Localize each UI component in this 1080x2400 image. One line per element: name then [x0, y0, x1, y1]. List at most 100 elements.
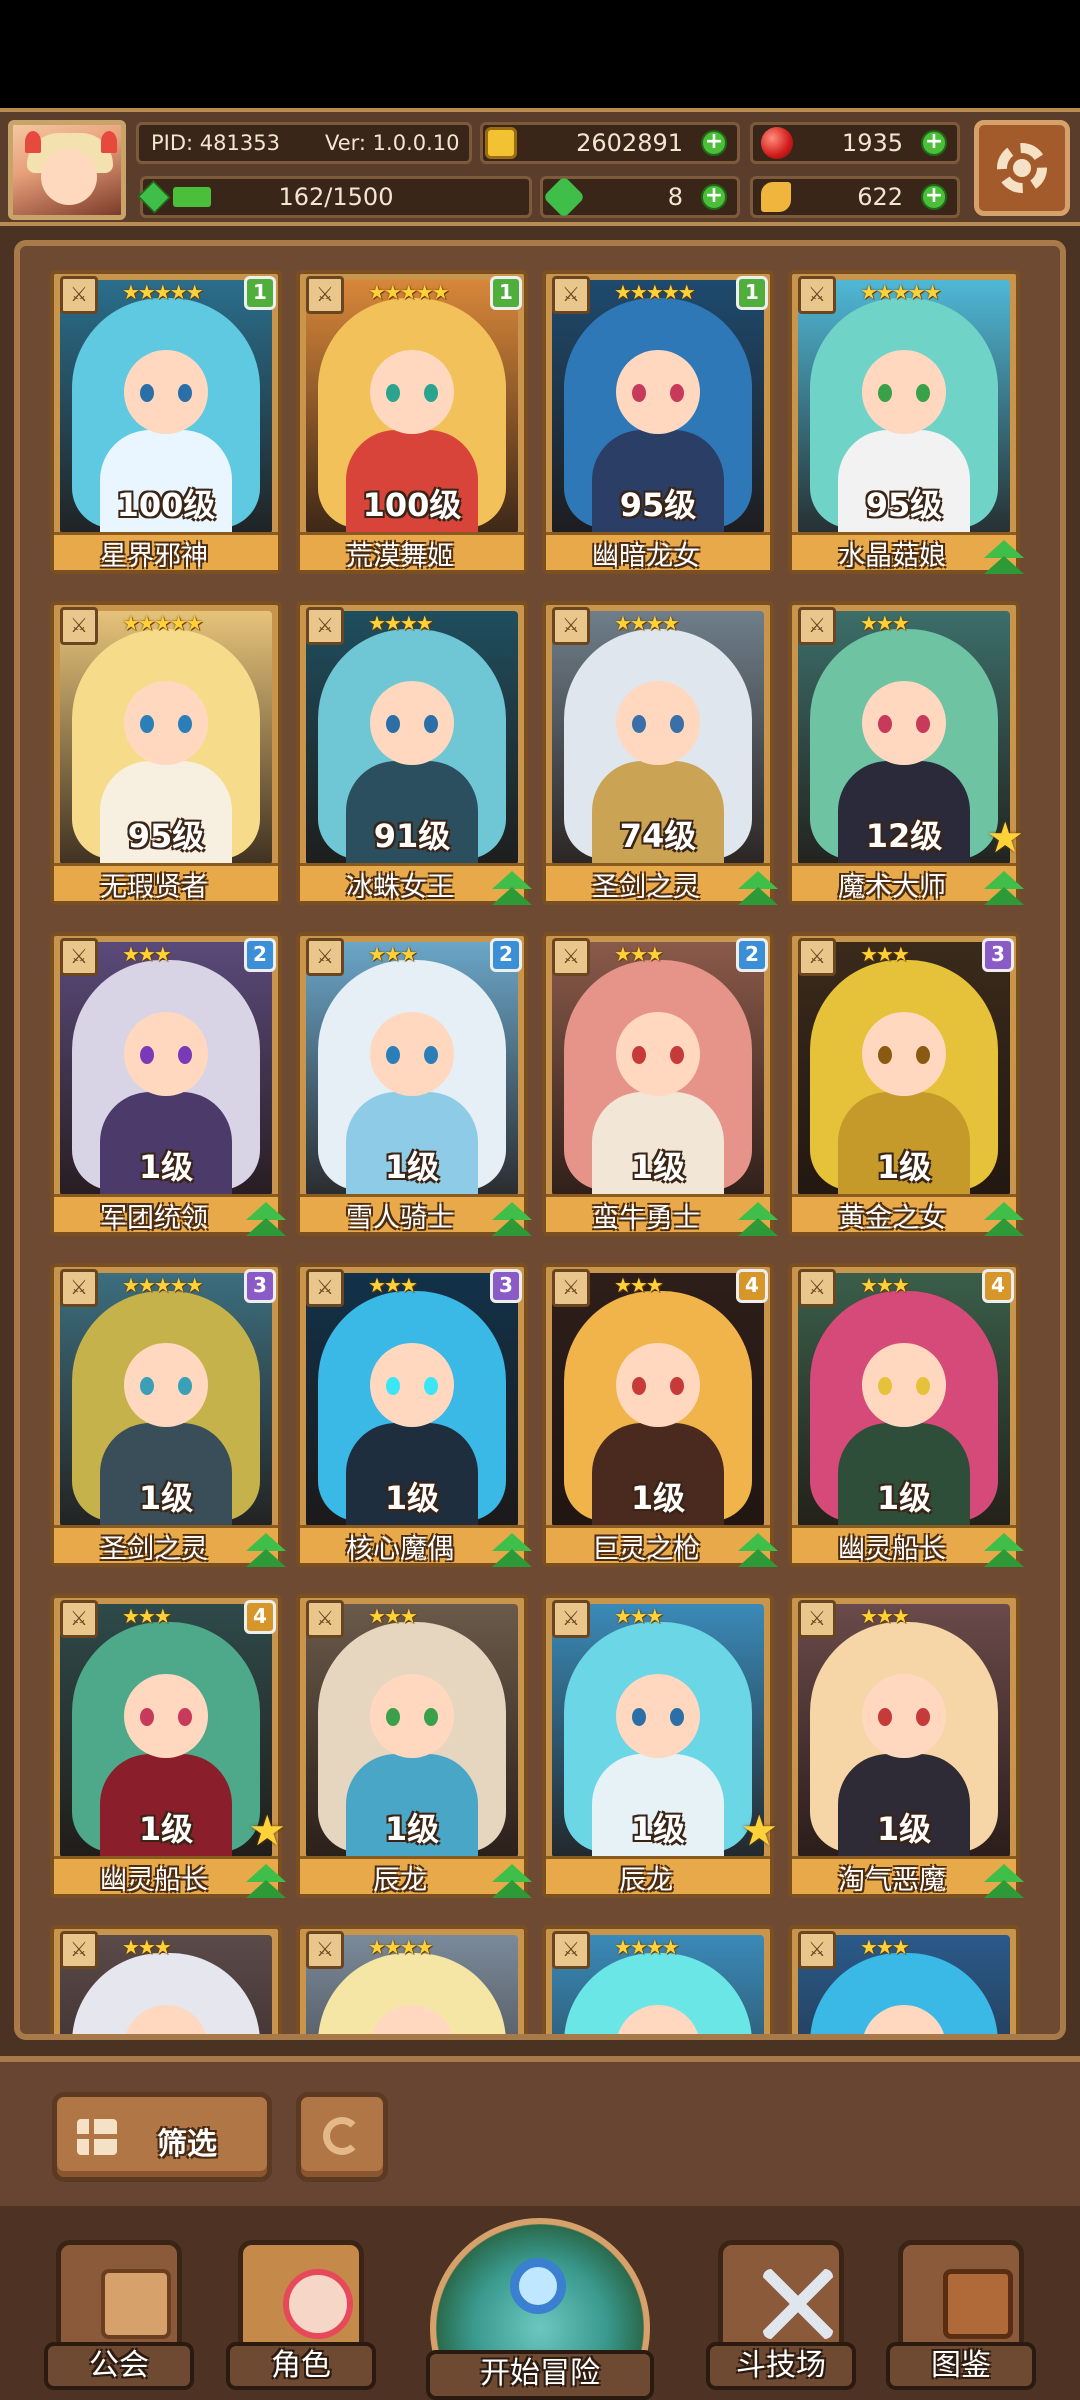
character-card[interactable]: ⚔ ★★★★★ 3 1级 圣剑之灵 [50, 1263, 286, 1567]
scroll-value: 622 [857, 183, 903, 211]
character-card[interactable]: ⚔ ★★★★ 91级 冰蛛女王 [296, 601, 532, 905]
character-level: 95级 [619, 486, 697, 524]
class-icon: ⚔ [552, 1600, 590, 1638]
portrait-eye [178, 1377, 192, 1395]
portrait-eye [386, 1377, 400, 1395]
portrait-face [862, 1343, 946, 1427]
upgrade-arrow-icon [490, 1529, 534, 1573]
magnifier-icon [510, 2258, 566, 2314]
add-gold-icon[interactable]: + [701, 130, 727, 156]
portrait-eye [386, 715, 400, 733]
character-card[interactable]: ⚔ ★★★ 1级 辰龙 [296, 1594, 532, 1898]
character-head-icon [283, 2269, 353, 2339]
character-name: 淘气恶魔 [838, 1865, 946, 1896]
upgrade-arrow-icon [490, 1198, 534, 1242]
favorite-star-icon: ★ [986, 813, 1024, 862]
add-clover-icon[interactable]: + [701, 184, 727, 210]
upgrade-arrow-icon [244, 1860, 288, 1904]
filter-button[interactable]: 筛选 [52, 2092, 272, 2182]
star-rating: ★★★ [122, 1935, 172, 1959]
character-name: 水晶菇娘 [838, 541, 946, 572]
character-card[interactable]: ⚔ ★★★★ [542, 1925, 774, 2040]
tier-badge: 1 [244, 276, 276, 310]
character-panel[interactable]: ⚔ ★★★★★ 1 100级 星界邪神 ⚔ ★★★★★ 1 100级 荒漠舞姬 ⚔ ★★★★★ 1 95级… [14, 240, 1066, 2040]
clover-icon [542, 175, 586, 219]
favorite-star-icon: ★ [740, 1806, 778, 1855]
nav-guild[interactable]: 公会 [44, 2240, 194, 2390]
character-card[interactable]: ⚔ ★★★★ 74级 圣剑之灵 [542, 601, 778, 905]
start-adventure-button[interactable]: 开始冒险 [414, 2218, 666, 2400]
energy-value: 162/1500 [278, 183, 394, 211]
add-gem-icon[interactable]: + [921, 130, 947, 156]
tier-badge: 2 [736, 938, 768, 972]
character-card[interactable]: ⚔ ★★★ 2 1级 军团统领 [50, 932, 286, 1236]
character-card[interactable]: ⚔ ★★★ 12级 魔术大师 ★ [788, 601, 1024, 905]
nav-codex[interactable]: 图鉴 [886, 2240, 1036, 2390]
portrait-eye [386, 2039, 400, 2040]
star-rating: ★★★ [860, 611, 910, 635]
pid-text: PID: 481353 [151, 131, 280, 155]
tier-badge: 1 [736, 276, 768, 310]
portrait-eye [386, 1046, 400, 1064]
star-rating: ★★★ [860, 1935, 910, 1959]
portrait-eye [916, 2039, 930, 2040]
portrait-eye [424, 2039, 438, 2040]
portrait-eye [916, 384, 930, 402]
character-name: 黄金之女 [838, 1203, 946, 1234]
player-avatar[interactable] [8, 120, 126, 220]
character-card[interactable]: ⚔ ★★★★★ 95级 无瑕贤者 [50, 601, 282, 905]
portrait-eye [140, 1708, 154, 1726]
character-card[interactable]: ⚔ ★★★ 3 1级 核心魔偶 [296, 1263, 532, 1567]
portrait-eye [632, 715, 646, 733]
star-rating: ★★★ [368, 1604, 418, 1628]
top-hud: PID: 481353 Ver: 1.0.0.10 2602891 + 1935… [0, 108, 1080, 226]
character-card[interactable]: ⚔ ★★★ 4 1级 巨灵之枪 [542, 1263, 778, 1567]
guild-house-icon [101, 2269, 171, 2339]
refresh-button[interactable] [296, 2092, 388, 2182]
status-bar-area [0, 0, 1080, 108]
clover-value: 8 [667, 183, 683, 211]
character-name: 幽灵船长 [100, 1865, 208, 1896]
upgrade-arrow-icon [736, 867, 780, 911]
character-name: 辰龙 [373, 1865, 427, 1896]
gear-icon-center [1013, 159, 1031, 177]
character-card[interactable]: ⚔ ★★★★★ 1 100级 星界邪神 [50, 270, 282, 574]
character-card[interactable]: ⚔ ★★★★★ 1 100级 荒漠舞姬 [296, 270, 528, 574]
character-card[interactable]: ⚔ ★★★★★ 1 95级 幽暗龙女 [542, 270, 774, 574]
upgrade-arrow-icon [736, 1198, 780, 1242]
avatar-horn-right [101, 131, 117, 153]
character-card[interactable]: ⚔ ★★★ 4 1级 幽灵船长 ★ [50, 1594, 286, 1898]
character-card[interactable]: ⚔ ★★★ 3 1级 黄金之女 [788, 932, 1024, 1236]
class-icon: ⚔ [552, 1269, 590, 1307]
portrait-eye [670, 384, 684, 402]
class-icon: ⚔ [798, 1931, 836, 1969]
character-card[interactable]: ⚔ ★★★ 4 1级 幽灵船长 [788, 1263, 1024, 1567]
nav-arena[interactable]: 斗技场 [706, 2240, 856, 2390]
character-card[interactable]: ⚔ ★★★ 1级 淘气恶魔 [788, 1594, 1024, 1898]
character-card[interactable]: ⚔ ★★★★★ 95级 水晶菇娘 [788, 270, 1024, 574]
character-card[interactable]: ⚔ ★★★★ [296, 1925, 528, 2040]
gold-value: 2602891 [576, 129, 683, 157]
star-rating: ★★★ [368, 1273, 418, 1297]
tier-badge: 4 [244, 1600, 276, 1634]
portrait-eye [632, 2039, 646, 2040]
portrait-eye [140, 384, 154, 402]
character-card[interactable]: ⚔ ★★★ 1级 辰龙 ★ [542, 1594, 778, 1898]
tier-badge: 3 [982, 938, 1014, 972]
add-scroll-icon[interactable]: + [921, 184, 947, 210]
character-name: 魔术大师 [838, 872, 946, 903]
character-card[interactable]: ⚔ ★★★ [788, 1925, 1020, 2040]
character-card[interactable]: ⚔ ★★★ 2 1级 蛮牛勇士 [542, 932, 778, 1236]
book-icon [943, 2269, 1013, 2339]
class-icon: ⚔ [552, 938, 590, 976]
upgrade-arrow-icon [982, 1529, 1026, 1573]
character-card[interactable]: ⚔ ★★★ 2 1级 雪人骑士 [296, 932, 532, 1236]
avatar-horn-left [25, 131, 41, 153]
upgrade-arrow-icon [982, 867, 1026, 911]
nav-role[interactable]: 角色 [226, 2240, 376, 2390]
settings-button[interactable] [974, 120, 1070, 216]
character-card[interactable]: ⚔ ★★★ [50, 1925, 282, 2034]
class-icon: ⚔ [60, 1269, 98, 1307]
character-name: 无瑕贤者 [100, 872, 208, 903]
class-icon: ⚔ [798, 607, 836, 645]
